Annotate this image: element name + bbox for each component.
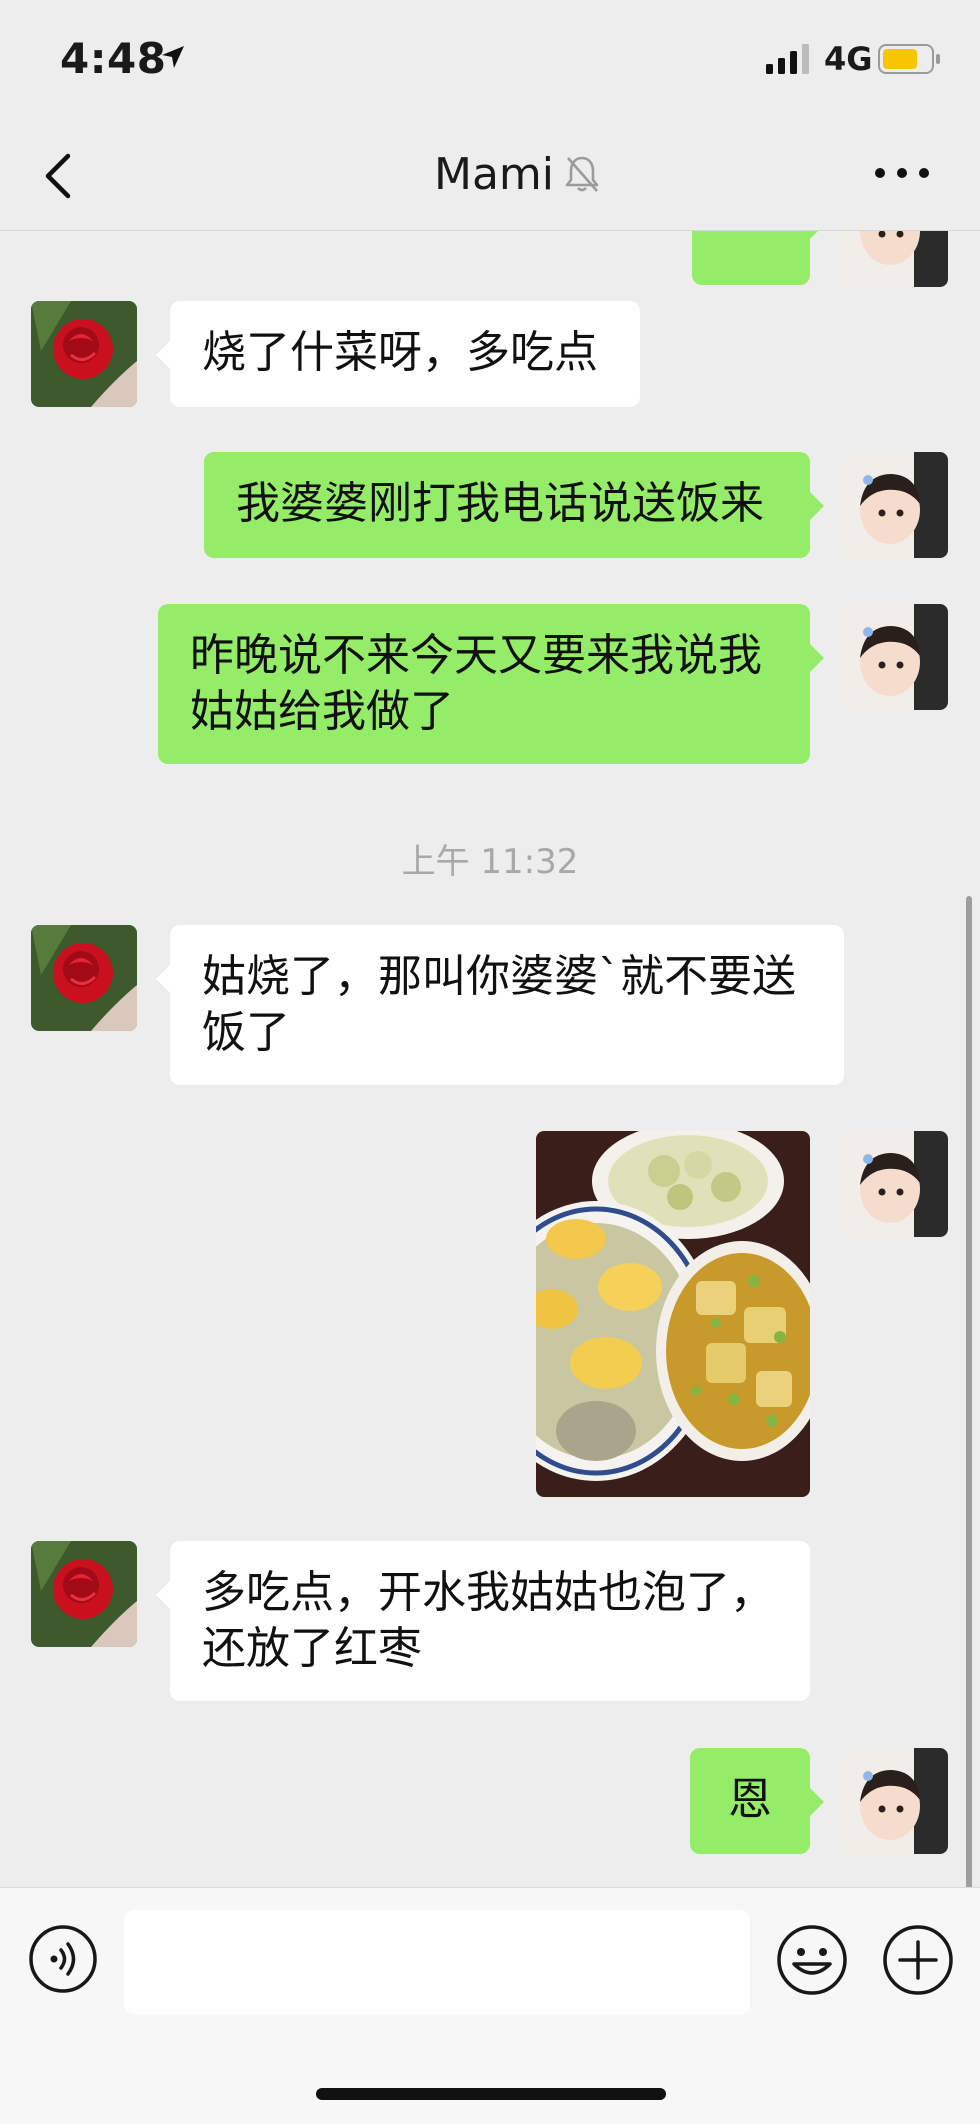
emoji-button[interactable]	[776, 1924, 848, 1996]
more-options-icon[interactable]	[872, 158, 932, 188]
food-photo-message[interactable]	[536, 1131, 810, 1497]
contact-avatar[interactable]	[31, 301, 137, 407]
status-bar: 4:48 4G	[0, 0, 980, 120]
message-text: 姑烧了，那叫你婆婆`就不要送饭了	[202, 951, 796, 1058]
chat-title: Mami	[434, 148, 555, 200]
location-arrow-icon	[160, 44, 186, 74]
message-text: 恩	[728, 1774, 772, 1825]
my-avatar[interactable]	[842, 231, 948, 287]
message-bubble[interactable]: 多吃点，开水我姑姑也泡了，还放了红枣	[156, 1541, 810, 1701]
home-indicator[interactable]	[316, 2088, 666, 2100]
more-functions-plus-icon[interactable]	[882, 1924, 954, 1996]
battery-icon	[878, 44, 942, 78]
back-arrow-icon[interactable]	[38, 148, 78, 204]
chat-header: Mami	[0, 120, 980, 231]
message-input[interactable]	[124, 1910, 750, 2014]
message-text: 我婆婆刚打我电话说送饭来	[236, 478, 764, 529]
muted-bell-icon	[564, 154, 600, 198]
contact-avatar[interactable]	[31, 1541, 137, 1647]
network-type: 4G	[824, 40, 873, 78]
contact-avatar[interactable]	[31, 925, 137, 1031]
message-bubble[interactable]: 昨晚说不来今天又要来我说我姑姑给我做了	[158, 604, 824, 764]
chat-title-group[interactable]: Mami	[434, 146, 600, 202]
message-bubble-partial[interactable]	[692, 231, 824, 285]
message-bubble[interactable]: 恩	[690, 1748, 824, 1854]
chat-timestamp: 上午 11:32	[401, 842, 579, 882]
message-bubble[interactable]: 烧了什菜呀，多吃点	[156, 301, 640, 407]
my-avatar[interactable]	[842, 452, 948, 558]
message-bubble[interactable]: 姑烧了，那叫你婆婆`就不要送饭了	[156, 925, 844, 1085]
message-text: 多吃点，开水我姑姑也泡了，还放了红枣	[202, 1567, 774, 1674]
my-avatar[interactable]	[842, 1748, 948, 1854]
input-bar	[0, 1887, 980, 2124]
signal-strength-icon	[766, 44, 812, 78]
voice-input-button[interactable]	[28, 1924, 98, 1994]
status-time: 4:48	[60, 34, 167, 83]
message-bubble[interactable]: 我婆婆刚打我电话说送饭来	[204, 452, 824, 558]
my-avatar[interactable]	[842, 604, 948, 710]
my-avatar[interactable]	[842, 1131, 948, 1237]
message-text: 昨晚说不来今天又要来我说我姑姑给我做了	[190, 630, 762, 737]
message-list[interactable]: 烧了什菜呀，多吃点 我婆婆刚打我电话说送饭来 昨晚说不来今天又要来我说我姑姑给我…	[0, 231, 980, 1887]
message-text: 烧了什菜呀，多吃点	[202, 327, 598, 378]
chat-scrollbar[interactable]	[966, 896, 972, 1887]
